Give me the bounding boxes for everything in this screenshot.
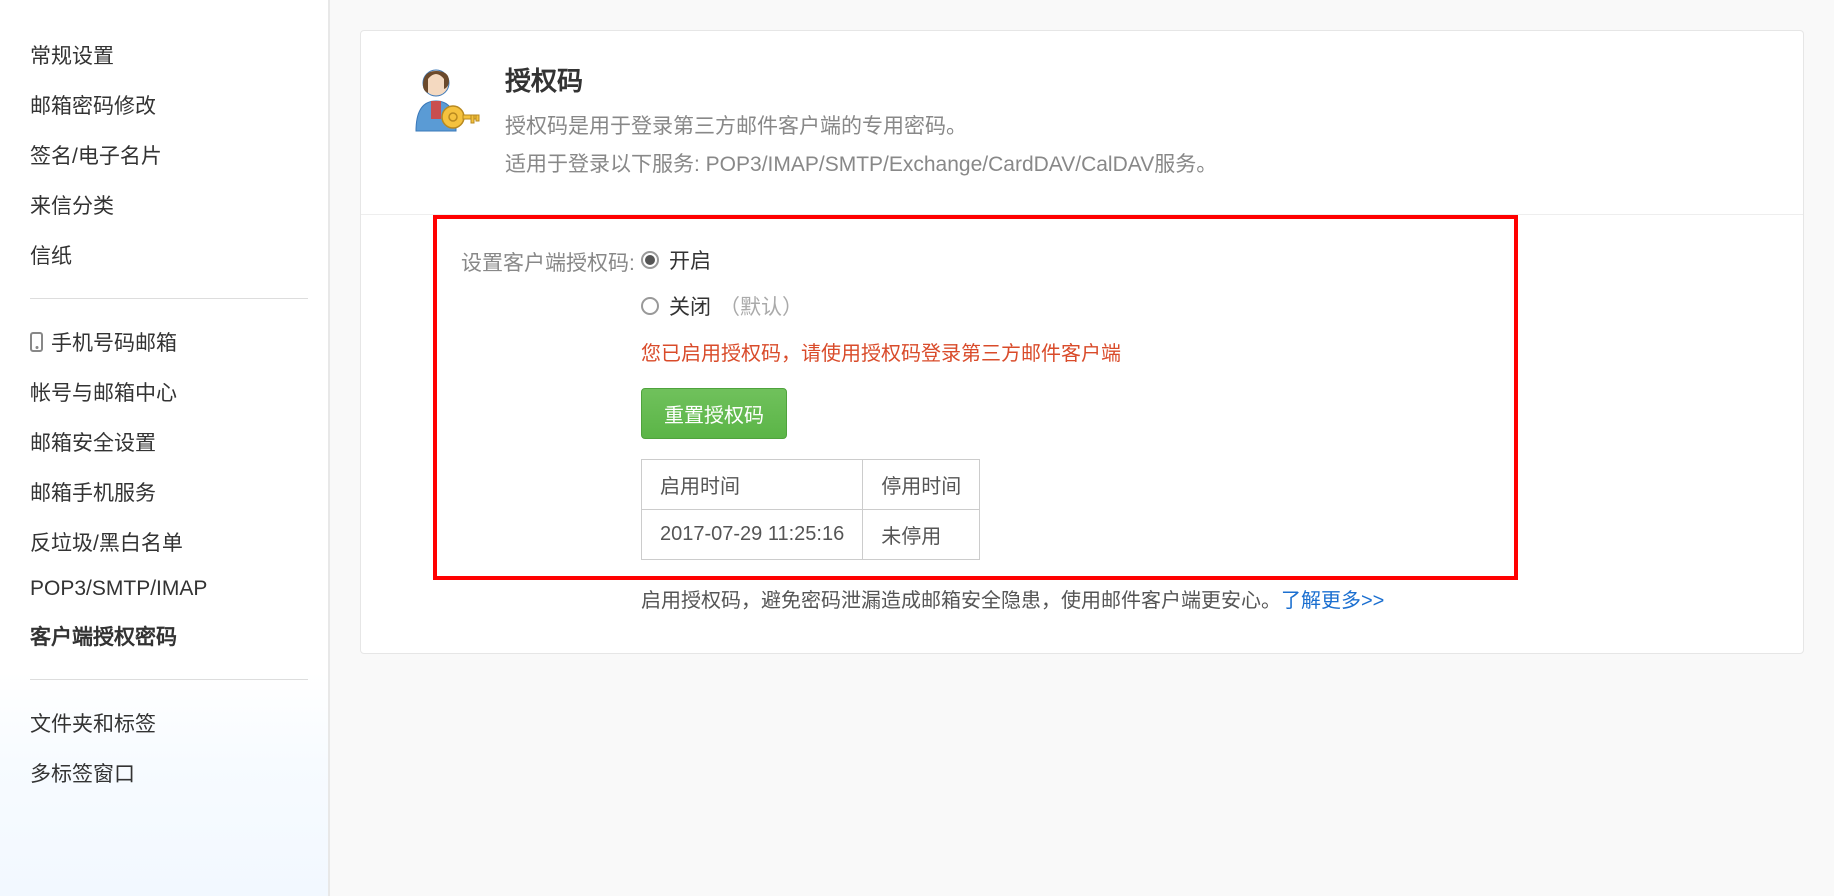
nav-security-settings[interactable]: 邮箱安全设置 — [30, 417, 308, 467]
card-body: 设置客户端授权码: 开启 关闭 （默认） 您已启用授权码，请使用授权码登录第三方… — [361, 215, 1803, 653]
th-enable-time: 启用时间 — [642, 459, 863, 509]
nav-mobile-service[interactable]: 邮箱手机服务 — [30, 467, 308, 517]
divider — [30, 298, 308, 299]
radio-on[interactable] — [641, 251, 659, 269]
nav-client-auth-password[interactable]: 客户端授权密码 — [30, 611, 308, 661]
nav-general-settings[interactable]: 常规设置 — [30, 30, 308, 80]
radio-off-label: 关闭 — [669, 291, 711, 321]
card-desc-1: 授权码是用于登录第三方邮件客户端的专用密码。 — [505, 108, 1217, 146]
nav-account-center[interactable]: 帐号与邮箱中心 — [30, 367, 308, 417]
card-title: 授权码 — [505, 61, 1217, 98]
radio-off[interactable] — [641, 297, 659, 315]
radio-default-hint: （默认） — [719, 291, 803, 321]
user-key-icon — [401, 61, 481, 141]
nav-antispam[interactable]: 反垃圾/黑白名单 — [30, 517, 308, 567]
nav-folders-labels[interactable]: 文件夹和标签 — [30, 698, 308, 748]
nav-password-change[interactable]: 邮箱密码修改 — [30, 80, 308, 130]
auth-code-card: 授权码 授权码是用于登录第三方邮件客户端的专用密码。 适用于登录以下服务: PO… — [360, 30, 1804, 654]
nav-multi-tab-window[interactable]: 多标签窗口 — [30, 748, 308, 798]
card-header: 授权码 授权码是用于登录第三方邮件客户端的专用密码。 适用于登录以下服务: PO… — [361, 31, 1803, 215]
nav-stationery[interactable]: 信纸 — [30, 230, 308, 280]
card-desc-2: 适用于登录以下服务: POP3/IMAP/SMTP/Exchange/CardD… — [505, 146, 1217, 184]
reset-auth-button[interactable]: 重置授权码 — [641, 388, 787, 439]
warning-text: 您已启用授权码，请使用授权码登录第三方邮件客户端 — [641, 337, 1763, 366]
phone-icon — [30, 332, 43, 352]
nav-mail-classify[interactable]: 来信分类 — [30, 180, 308, 230]
th-disable-time: 停用时间 — [863, 459, 980, 509]
td-disable-time: 未停用 — [863, 509, 980, 559]
sidebar: 常规设置 邮箱密码修改 签名/电子名片 来信分类 信纸 手机号码邮箱 帐号与邮箱… — [0, 0, 330, 896]
main-content: 授权码 授权码是用于登录第三方邮件客户端的专用密码。 适用于登录以下服务: PO… — [330, 0, 1834, 896]
time-table: 启用时间 停用时间 2017-07-29 11:25:16 未停用 — [641, 459, 980, 560]
divider — [30, 679, 308, 680]
hint-text: 启用授权码，避免密码泄漏造成邮箱安全隐患，使用邮件客户端更安心。了解更多>> — [641, 584, 1763, 613]
nav-pop3-smtp-imap[interactable]: POP3/SMTP/IMAP — [30, 567, 308, 611]
learn-more-link[interactable]: 了解更多>> — [1281, 590, 1384, 612]
form-label: 设置客户端授权码: — [401, 245, 641, 277]
td-enable-time: 2017-07-29 11:25:16 — [642, 509, 863, 559]
nav-signature[interactable]: 签名/电子名片 — [30, 130, 308, 180]
radio-on-label: 开启 — [669, 245, 711, 275]
nav-phone-mailbox[interactable]: 手机号码邮箱 — [30, 317, 308, 367]
